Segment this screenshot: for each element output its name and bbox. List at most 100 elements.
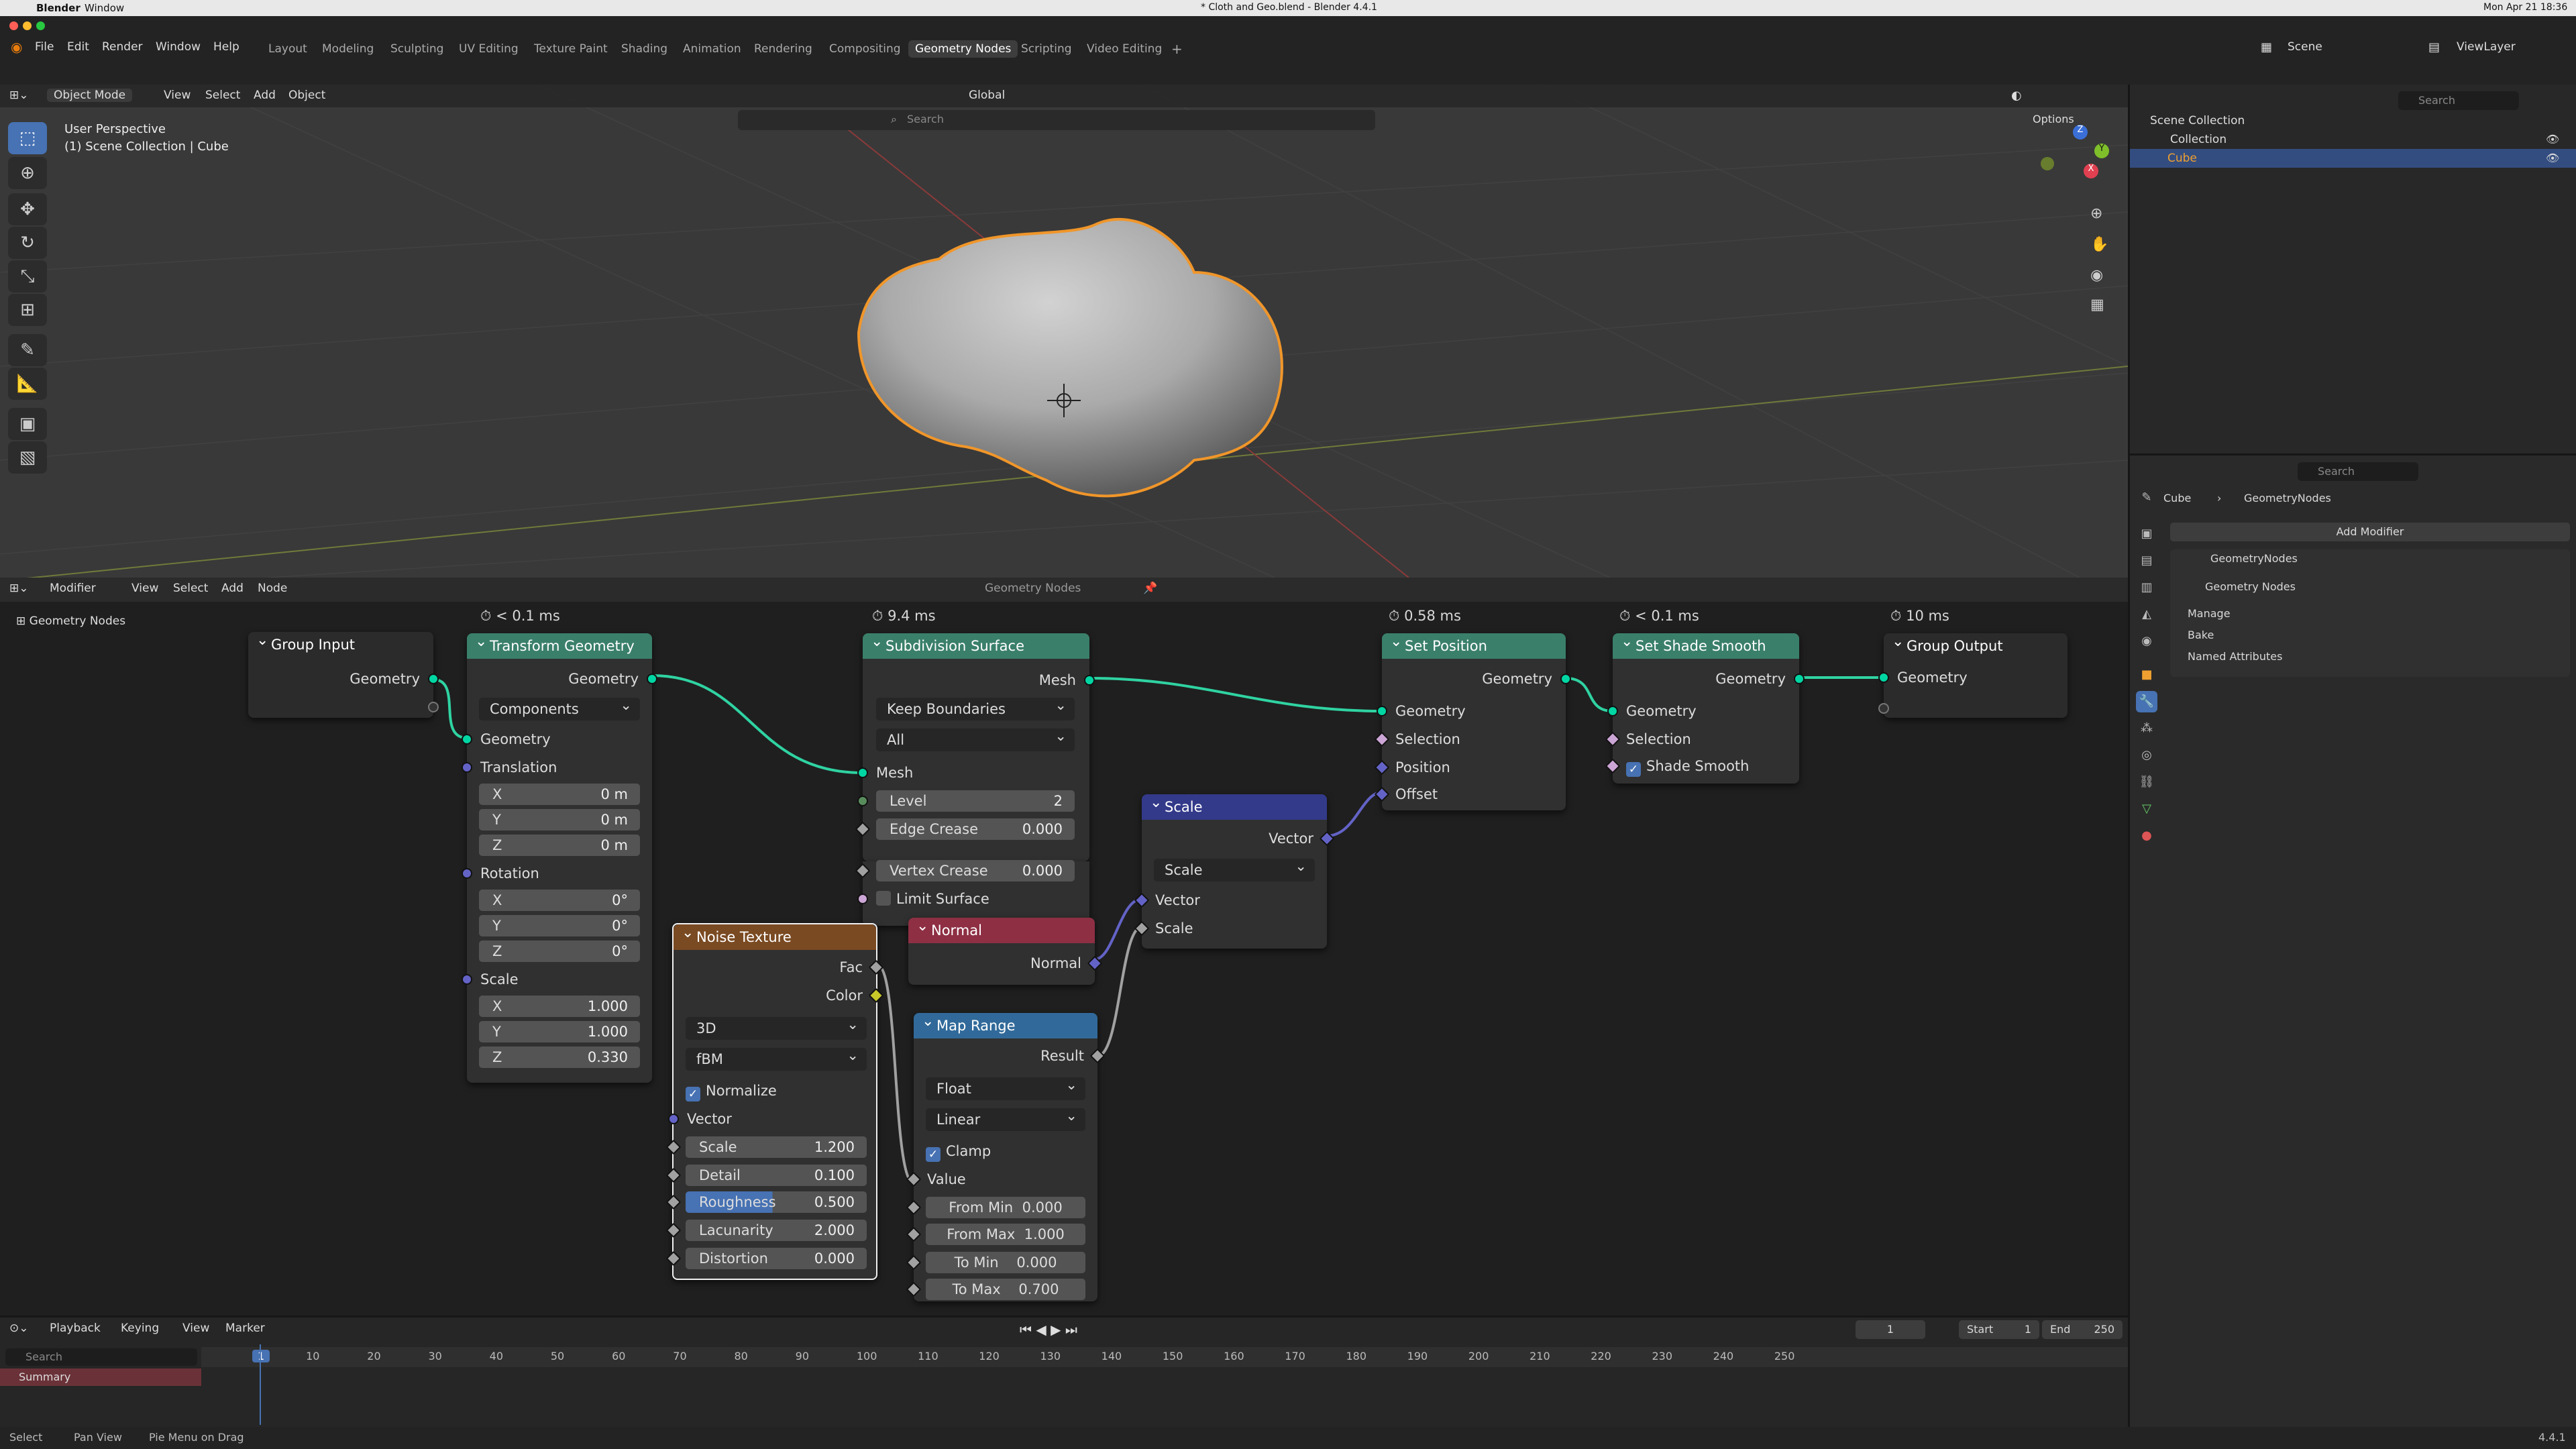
checkbox-icon[interactable]: ✓ [686, 1087, 700, 1102]
modifier-name-field[interactable]: GeometryNodes [2210, 552, 2298, 565]
timeline-search-input[interactable]: Search [5, 1348, 197, 1366]
vp-menu-add[interactable]: Add [254, 89, 276, 102]
world-props-icon[interactable]: ◉ [2136, 631, 2157, 652]
tool-props-icon[interactable]: ✎ [2136, 487, 2157, 508]
gizmo-y-icon[interactable]: Y [2094, 144, 2109, 158]
current-frame-field[interactable]: 1 [1856, 1320, 1925, 1339]
roughness-field[interactable]: Roughness 0.500 [686, 1191, 867, 1213]
node-header[interactable]: Subdivision Surface [863, 629, 1089, 659]
data-type-dropdown[interactable]: Float [926, 1073, 1085, 1100]
ws-sculpting[interactable]: Sculpting [384, 40, 450, 58]
mode-dropdown[interactable]: Components [479, 694, 640, 720]
ne-menu-node[interactable]: Node [258, 582, 287, 595]
ws-animation[interactable]: Animation [676, 40, 748, 58]
node-header[interactable]: Set Shade Smooth [1613, 629, 1799, 659]
select-tool-icon[interactable]: ⬚ [8, 122, 47, 154]
rotate-tool-icon[interactable]: ↻ [8, 227, 47, 259]
vertex-crease-field[interactable]: Vertex Crease 0.000 [876, 860, 1075, 881]
distortion-field[interactable]: Distortion 0.000 [686, 1248, 867, 1269]
visibility-eye-icon[interactable]: 👁 [2546, 152, 2559, 164]
options-dropdown[interactable]: Options [2033, 113, 2074, 125]
app-menu[interactable]: Blender [36, 2, 80, 14]
checkbox-icon[interactable]: ✓ [1626, 762, 1641, 777]
outliner-scene-collection[interactable]: Scene Collection [2150, 114, 2245, 127]
menu-file[interactable]: File [35, 40, 54, 54]
pan-hand-icon[interactable]: ✋ [2090, 236, 2108, 253]
node-map-range[interactable]: Map Range Result Float Linear ✓Clamp Val… [906, 1009, 1106, 1301]
ws-modeling[interactable]: Modeling [315, 40, 380, 58]
frame-ruler[interactable]: 1 10 20 30 40 50 60 70 80 90 100 110 120 130 140 150 160… [201, 1347, 2128, 1367]
view-layer-props-icon[interactable]: ▥ [2136, 577, 2157, 598]
from-min-field[interactable]: From Min 0.000 [926, 1197, 1085, 1218]
node-group-output[interactable]: Group Output Geometry [1878, 629, 2068, 718]
checkbox-icon[interactable]: ✓ [926, 1147, 941, 1162]
object-props-icon[interactable]: ■ [2136, 664, 2157, 686]
menu-edit[interactable]: Edit [67, 40, 89, 54]
scene-name[interactable]: Scene [2288, 40, 2322, 54]
ws-uv-editing[interactable]: UV Editing [452, 40, 525, 58]
add-workspace-icon[interactable]: + [1165, 40, 1189, 58]
node-header[interactable]: Scale [1142, 790, 1327, 820]
from-max-field[interactable]: From Max 1.000 [926, 1224, 1085, 1245]
move-tool-icon[interactable]: ✥ [8, 193, 47, 225]
cube-object[interactable] [845, 165, 1301, 568]
window-menu[interactable]: Window [85, 2, 124, 14]
outliner-collection[interactable]: Collection [2170, 133, 2226, 146]
vp-menu-object[interactable]: Object [288, 89, 325, 102]
section-manage[interactable]: Manage [2188, 607, 2231, 620]
input-socket[interactable] [857, 796, 868, 806]
rotation-z-field[interactable]: Z 0° [479, 941, 640, 962]
node-set-position[interactable]: Set Position Geometry Geometry Selection… [1374, 629, 1571, 810]
input-socket[interactable] [857, 894, 868, 904]
node-set-shade-smooth[interactable]: Set Shade Smooth Geometry Geometry Selec… [1605, 629, 1805, 784]
blender-logo-icon[interactable]: ◉ [11, 39, 22, 55]
translation-z-field[interactable]: Z0 m [479, 835, 640, 856]
rotation-x-field[interactable]: X 0° [479, 890, 640, 911]
tl-menu-marker[interactable]: Marker [225, 1322, 265, 1335]
cursor-tool-icon[interactable]: ⊕ [8, 157, 47, 189]
detail-field[interactable]: Detail 0.100 [686, 1165, 867, 1186]
node-header[interactable]: Normal [908, 914, 1095, 943]
ws-shading[interactable]: Shading [614, 40, 674, 58]
input-socket[interactable] [462, 734, 472, 745]
gizmo-z-icon[interactable]: Z [2073, 125, 2088, 140]
playback-controls-icon[interactable]: ⏮ ◀ ▶ ⏭ [1020, 1322, 1077, 1338]
interpolation-dropdown[interactable]: Linear [926, 1104, 1085, 1131]
scale-tool-icon[interactable]: ⤡ [8, 260, 47, 292]
modifier-props-icon[interactable]: 🔧 [2136, 691, 2157, 712]
editor-type-icon[interactable]: ⊞⌄ [9, 582, 29, 595]
data-props-icon[interactable]: ▽ [2136, 798, 2157, 820]
transform-orientation-dropdown[interactable]: Global [969, 89, 1005, 102]
empty-socket[interactable] [428, 702, 439, 712]
output-socket[interactable] [647, 674, 657, 684]
vp-menu-view[interactable]: View [164, 89, 191, 102]
output-socket[interactable] [1560, 674, 1571, 684]
vp-search-input[interactable]: Search [907, 113, 944, 125]
add-cube-tool-icon[interactable]: ▣ [8, 408, 47, 440]
scale-z-field[interactable]: Z 0.330 [479, 1046, 640, 1068]
rotation-y-field[interactable]: Y 0° [479, 915, 640, 936]
output-socket[interactable] [1794, 674, 1805, 684]
clamp-checkbox[interactable]: ✓ Clamp [926, 1140, 991, 1162]
zoom-icon[interactable]: ⊕ [2090, 205, 2102, 222]
annotate-tool-icon[interactable]: ✎ [8, 334, 47, 366]
outliner-search-input[interactable]: Search [2398, 91, 2519, 110]
add-modifier-button[interactable]: Add Modifier [2170, 523, 2570, 541]
ws-geometry-nodes[interactable]: Geometry Nodes [908, 40, 1018, 58]
input-socket[interactable] [857, 767, 868, 778]
shading-solid-icon[interactable]: ◐ [2011, 89, 2022, 103]
ne-group-name[interactable]: Geometry Nodes [985, 582, 1081, 595]
measure-tool-icon[interactable]: 📐 [8, 368, 47, 400]
3d-viewport[interactable]: ⬚ ⊕ ✥ ↻ ⤡ ⊞ ✎ 📐 ▣ ▧ User Perspective (1)… [0, 85, 2128, 578]
constraints-props-icon[interactable]: ⛓ [2136, 771, 2157, 793]
navigation-gizmo[interactable]: Z Y X [2041, 125, 2114, 199]
editor-type-icon[interactable]: ⊞⌄ [9, 89, 29, 102]
gizmo-neg-y-icon[interactable] [2041, 157, 2054, 170]
menu-window[interactable]: Window [156, 40, 201, 54]
viewlayer-name[interactable]: ViewLayer [2457, 40, 2516, 54]
to-min-field[interactable]: To Min 0.000 [926, 1252, 1085, 1273]
menu-help[interactable]: Help [213, 40, 239, 54]
minimize-window-button[interactable] [23, 21, 32, 30]
scale-y-field[interactable]: Y 1.000 [479, 1021, 640, 1042]
gizmo-x-icon[interactable]: X [2084, 164, 2098, 178]
